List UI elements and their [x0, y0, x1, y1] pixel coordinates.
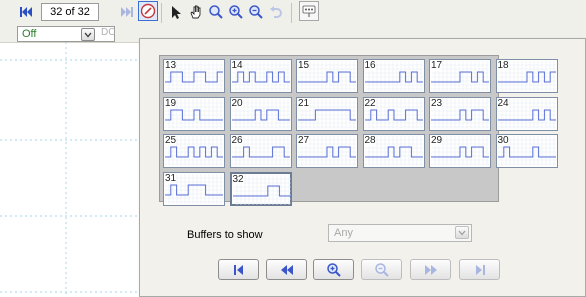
buffer-thumbnail-number: 13	[165, 60, 177, 71]
coupling-value: Off	[22, 28, 37, 40]
dc-label: DC	[101, 27, 116, 38]
buffer-thumbnail[interactable]: 29	[429, 134, 491, 168]
last-icon	[475, 264, 485, 275]
buffer-thumbnail[interactable]: 14	[229, 59, 292, 93]
buffer-thumbnail[interactable]: 15	[296, 59, 358, 93]
hand-icon[interactable]	[186, 2, 206, 22]
buffer-thumbnail-number: 23	[431, 97, 443, 109]
buffer-thumbnail-number: 26	[231, 135, 243, 146]
buffer-thumbnail-number: 21	[298, 97, 310, 109]
buffer-thumbnail[interactable]: 16	[362, 59, 425, 93]
buffer-thumbnail-number: 18	[497, 60, 509, 71]
page-indicator[interactable]: 32 of 32	[41, 3, 99, 21]
chevron-down-icon[interactable]	[455, 226, 469, 239]
buffer-thumbnail[interactable]: 21	[296, 96, 358, 131]
buffer-thumbnail[interactable]: 25	[163, 134, 225, 168]
buffer-thumbnail[interactable]: 27	[296, 134, 358, 168]
zoom-in-icon[interactable]	[226, 2, 246, 22]
buffer-thumbnail-number: 31	[165, 172, 177, 184]
buffer-thumbnail-number: 22	[364, 97, 376, 109]
buffer-thumbnail[interactable]: 32	[229, 171, 292, 206]
first-frame-icon[interactable]	[16, 2, 36, 22]
buffer-thumbnail[interactable]: 24	[495, 96, 558, 131]
zoom-in-icon	[326, 262, 341, 277]
undo-icon	[266, 2, 286, 22]
buffers-to-show-value: Any	[334, 227, 353, 239]
buffer-thumbnail-number: 20	[231, 97, 243, 109]
buffer-thumbnail[interactable]: 23	[429, 96, 491, 131]
buffer-thumbnail-number: 14	[231, 60, 243, 71]
compass-icon[interactable]	[138, 1, 158, 21]
next-icon	[424, 264, 437, 275]
buffer-thumbnail-number: 24	[497, 97, 509, 109]
buffer-thumbnail[interactable]: 13	[163, 59, 225, 93]
next-buffer-button	[410, 259, 451, 280]
previous-icon	[280, 264, 293, 275]
buffer-thumbnail-number: 29	[431, 135, 443, 146]
buffer-thumbnail[interactable]: 28	[362, 134, 425, 168]
last-buffer-button	[459, 259, 500, 280]
buffer-thumbnail-number: 19	[165, 97, 177, 109]
buffer-thumbnail-number: 15	[298, 60, 310, 71]
buffer-thumbnail[interactable]: 18	[495, 59, 558, 93]
buffer-thumbnail-number: 27	[298, 135, 310, 146]
zoom-buffer-button[interactable]	[313, 259, 354, 280]
buffer-thumbnail-number: 30	[497, 135, 509, 146]
buffers-to-show-label: Buffers to show	[187, 229, 263, 241]
zoom-out-icon[interactable]	[246, 2, 266, 22]
zoom-icon[interactable]	[206, 2, 226, 22]
pointer-icon[interactable]	[166, 2, 186, 22]
buffer-thumbnail[interactable]: 22	[362, 96, 425, 131]
buffer-thumbnail[interactable]: 26	[229, 134, 292, 168]
buffer-thumbnail[interactable]: 30	[495, 134, 558, 168]
buffer-thumbnail[interactable]: 31	[163, 171, 225, 206]
buffer-thumbnail-panel: 13 14 15 16 17 18 19 20 21 22 23 24 25 26 27 28 29 30 31 32	[159, 55, 558, 206]
zoom-out-buffer-button	[361, 259, 402, 280]
chevron-down-icon[interactable]	[81, 28, 95, 41]
buffer-thumbnail[interactable]: 20	[229, 96, 292, 131]
buffer-thumbnail[interactable]: 19	[163, 96, 225, 131]
first-buffer-button[interactable]	[218, 259, 259, 280]
zoom-out-icon	[374, 262, 389, 277]
previous-buffer-button[interactable]	[266, 259, 307, 280]
first-icon	[233, 264, 243, 275]
buffers-to-show-select[interactable]: Any	[328, 224, 472, 242]
inspect-icon[interactable]	[299, 1, 319, 21]
next-frame-icon	[117, 2, 137, 22]
buffer-thumbnail-number: 17	[431, 60, 443, 71]
buffer-thumbnail-number: 28	[364, 135, 376, 146]
buffer-thumbnail-number: 32	[232, 173, 244, 185]
buffer-thumbnail[interactable]: 17	[429, 59, 491, 93]
toolbar: 32 of 32 Off DC	[0, 0, 586, 43]
buffer-thumbnail-number: 16	[364, 60, 376, 71]
buffer-thumbnail-number: 25	[165, 135, 177, 146]
